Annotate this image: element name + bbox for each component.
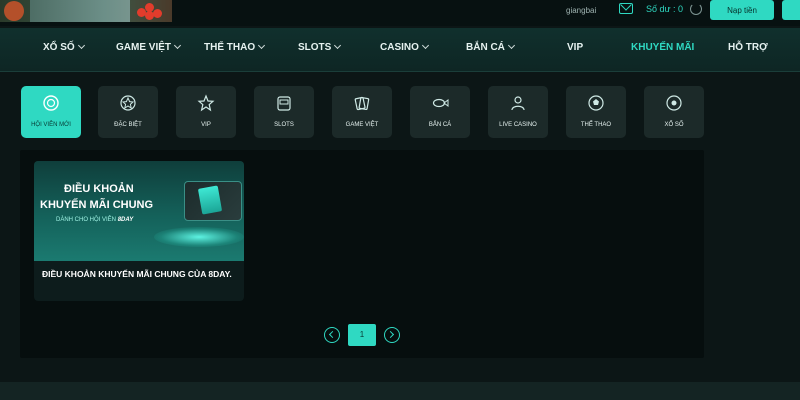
nav-item-casino[interactable]: CASINO xyxy=(380,41,429,53)
star-icon xyxy=(197,94,215,112)
slot-machine-icon xyxy=(275,94,293,112)
chevron-down-icon xyxy=(421,41,429,50)
nav-item-ban-ca[interactable]: BẮN CÁ xyxy=(466,41,515,53)
secondary-button[interactable] xyxy=(782,0,800,20)
promo-card[interactable]: ĐIỀU KHOẢN KHUYẾN MÃI CHUNG DÀNH CHO HỘI… xyxy=(34,161,244,301)
cards-icon xyxy=(353,94,371,112)
star-badge-icon xyxy=(119,94,137,112)
mail-icon[interactable] xyxy=(619,3,633,14)
prev-page-icon[interactable] xyxy=(324,327,340,343)
category-hoi-vien-moi[interactable]: HỘI VIÊN MỚI xyxy=(21,86,81,138)
promo-title[interactable]: ĐIỀU KHOẢN KHUYẾN MÃI CHUNG CỦA 8DAY. xyxy=(42,269,238,280)
fish-icon xyxy=(431,94,449,112)
next-page-icon[interactable] xyxy=(384,327,400,343)
category-live-casino[interactable]: LIVE CASINO xyxy=(488,86,548,138)
brand-logo: 8DAY xyxy=(117,217,134,223)
nav-item-ho-tro[interactable]: HỖ TRỢ xyxy=(728,42,768,53)
footer-bar xyxy=(0,382,800,400)
flower-decoration xyxy=(135,3,165,20)
dealer-icon xyxy=(509,94,527,112)
mascot-image xyxy=(4,1,24,21)
category-xo-so[interactable]: XỔ SỐ xyxy=(644,86,704,138)
page-number-button[interactable]: 1 xyxy=(348,324,376,346)
nav-item-vip[interactable]: VIP xyxy=(567,42,583,53)
chevron-down-icon xyxy=(173,41,182,50)
balance-text: Số dư : 0 xyxy=(646,4,684,14)
nav-item-slots[interactable]: SLOTS xyxy=(298,41,342,53)
deposit-button[interactable]: Nạp tiền xyxy=(710,0,774,20)
refresh-icon[interactable] xyxy=(690,3,702,15)
nav-item-the-thao[interactable]: THỂ THAO xyxy=(204,41,266,53)
pagination: 1 xyxy=(324,324,400,346)
chevron-down-icon xyxy=(507,41,515,50)
top-bar: giangbai Số dư : 0 Nạp tiền xyxy=(0,0,800,26)
category-slots[interactable]: SLOTS xyxy=(254,86,314,138)
category-ban-ca[interactable]: BẮN CÁ xyxy=(410,86,470,138)
lottery-ball-icon xyxy=(665,94,683,112)
category-game-viet[interactable]: GAME VIỆT xyxy=(332,86,392,138)
category-dac-biet[interactable]: ĐẶC BIỆT xyxy=(98,86,158,138)
username-dropdown[interactable]: giangbai xyxy=(566,6,596,15)
logo-banner[interactable] xyxy=(0,0,172,22)
category-the-thao[interactable]: THỂ THAO xyxy=(566,86,626,138)
promo-banner: ĐIỀU KHOẢN KHUYẾN MÃI CHUNG DÀNH CHO HỘI… xyxy=(34,161,244,261)
promotions-panel: ĐIỀU KHOẢN KHUYẾN MÃI CHUNG DÀNH CHO HỘI… xyxy=(20,150,704,358)
chevron-down-icon xyxy=(77,41,85,50)
nav-item-game-viet[interactable]: GAME VIỆT xyxy=(116,41,182,53)
chevron-down-icon xyxy=(258,41,266,50)
category-vip[interactable]: VIP xyxy=(176,86,236,138)
nav-item-khuyen-mai[interactable]: KHUYẾN MÃI xyxy=(631,42,694,53)
document-icon xyxy=(197,185,223,215)
soccer-ball-icon xyxy=(587,94,605,112)
badge-icon xyxy=(42,94,60,112)
main-nav: XỔ SỐ GAME VIỆT THỂ THAO SLOTS CASINO BẮ… xyxy=(0,28,800,72)
nav-item-xo-so[interactable]: XỔ SỐ xyxy=(43,41,85,53)
chevron-down-icon xyxy=(334,41,342,50)
